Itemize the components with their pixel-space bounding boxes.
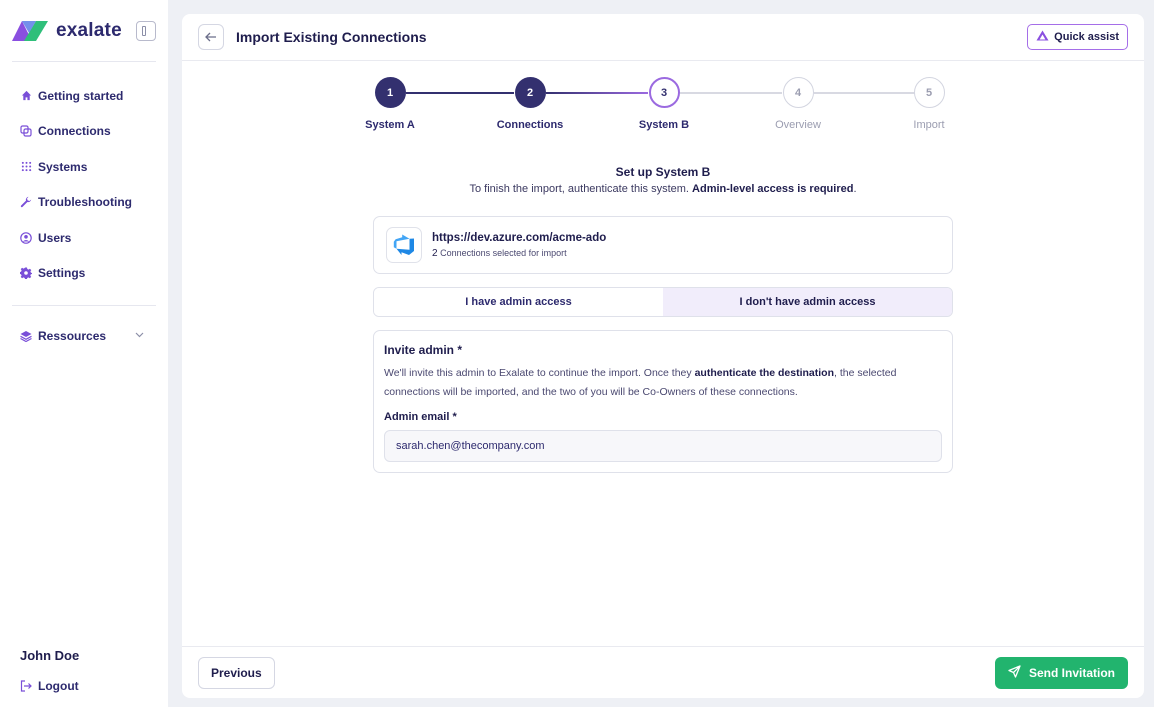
gear-icon [20, 267, 32, 280]
step-overview: 4 Overview [758, 77, 838, 131]
sidebar-item-getting-started[interactable]: Getting started [12, 78, 156, 114]
connections-count-label: Connections selected for import [440, 247, 567, 258]
step-system-b: 3 System B [624, 77, 704, 131]
sidebar-item-label: Users [38, 230, 72, 245]
setup-description: To finish the import, authenticate this … [182, 183, 1144, 195]
admin-email-label: Admin email * [384, 411, 457, 423]
system-connections-count: 2 Connections selected for import [432, 248, 606, 259]
exalate-logo-icon [12, 19, 48, 43]
sidebar-item-settings[interactable]: Settings [12, 256, 156, 292]
sidebar-item-systems[interactable]: Systems [12, 149, 156, 185]
logout-button[interactable]: Logout [20, 679, 79, 693]
sidebar-item-connections[interactable]: Connections [12, 114, 156, 150]
step-number: 5 [913, 77, 945, 108]
home-icon [20, 90, 32, 102]
step-connections: 2 Connections [490, 77, 570, 131]
sidebar-item-label: Getting started [38, 88, 124, 103]
admin-email-field[interactable] [384, 430, 942, 462]
step-label: System B [638, 119, 690, 131]
step-import: 5 Import [889, 77, 969, 131]
exalate-triangle-icon [1036, 30, 1049, 44]
sidebar-user-section: John Doe Logout [20, 648, 79, 693]
sidebar-item-label: Troubleshooting [38, 195, 132, 210]
step-label: Overview [775, 119, 821, 131]
quick-assist-label: Quick assist [1054, 31, 1119, 43]
step-number: 3 [648, 77, 680, 108]
step-label: Import [913, 119, 945, 131]
send-invitation-button[interactable]: Send Invitation [994, 656, 1128, 689]
sidebar-item-label: Connections [38, 124, 111, 139]
setup-desc-suffix: . [853, 183, 857, 195]
logout-label: Logout [38, 679, 79, 693]
invite-description: We'll invite this admin to Exalate to co… [384, 364, 942, 402]
page-header: Import Existing Connections Quick assist [182, 14, 1144, 61]
brand-header: exalate [12, 0, 156, 62]
collapse-sidebar-icon[interactable] [136, 20, 156, 41]
user-name: John Doe [20, 648, 80, 663]
step-number: 1 [374, 77, 406, 108]
brand[interactable]: exalate [12, 19, 122, 43]
step-label: System A [365, 119, 415, 131]
sidebar-nav: Getting started Connections Systems Trou… [12, 62, 156, 306]
connections-icon [20, 125, 32, 137]
grid-icon [20, 161, 32, 173]
sidebar-item-label: Settings [38, 266, 86, 281]
stepper: 1 System A 2 Connections 3 System B 4 Ov… [365, 77, 952, 147]
step-number: 2 [514, 77, 546, 108]
brand-name: exalate [56, 19, 122, 41]
logout-icon [20, 680, 32, 692]
send-icon [1008, 664, 1021, 681]
sidebar: exalate Getting started Connections Syst… [0, 0, 168, 707]
sidebar-secondary-nav: Ressources [12, 306, 156, 354]
step-system-a: 1 System A [350, 77, 430, 131]
connections-count: 2 [432, 247, 438, 259]
system-url: https://dev.azure.com/acme-ado [432, 231, 607, 244]
chevron-down-icon [135, 330, 144, 341]
back-button[interactable] [198, 24, 224, 50]
wizard-footer: Previous Send Invitation [182, 646, 1144, 698]
step-number: 4 [782, 77, 814, 108]
sidebar-item-troubleshooting[interactable]: Troubleshooting [12, 185, 156, 221]
send-invitation-label: Send Invitation [1028, 665, 1115, 680]
layers-icon [20, 330, 32, 342]
system-card: https://dev.azure.com/acme-ado 2 Connect… [373, 216, 953, 274]
option-no-admin-access[interactable]: I don't have admin access [663, 288, 952, 316]
step-label: Connections [496, 119, 564, 131]
setup-title: Set up System B [615, 165, 711, 179]
sidebar-item-resources[interactable]: Ressources [12, 318, 156, 354]
invite-desc-bold: authenticate the destination [694, 367, 834, 379]
setup-desc-bold: Admin-level access is required [692, 183, 854, 195]
invite-title: Invite admin * [384, 343, 463, 357]
previous-button[interactable]: Previous [198, 656, 275, 689]
quick-assist-button[interactable]: Quick assist [1027, 24, 1128, 50]
sidebar-item-users[interactable]: Users [12, 220, 156, 256]
setup-desc-text: To finish the import, authenticate this … [469, 183, 689, 195]
sidebar-item-label: Ressources [38, 328, 107, 343]
invite-desc-text: We'll invite this admin to Exalate to co… [384, 367, 692, 379]
wrench-icon [20, 196, 32, 208]
arrow-left-icon [205, 29, 217, 45]
option-have-admin-access[interactable]: I have admin access [374, 288, 663, 316]
invite-admin-card: Invite admin * We'll invite this admin t… [373, 330, 953, 473]
main-panel: Import Existing Connections Quick assist… [182, 14, 1144, 698]
user-circle-icon [20, 231, 32, 244]
admin-access-toggle: I have admin access I don't have admin a… [373, 287, 953, 317]
wizard-content: 1 System A 2 Connections 3 System B 4 Ov… [182, 61, 1144, 646]
azure-devops-icon [386, 227, 422, 263]
page-title: Import Existing Connections [236, 29, 427, 45]
sidebar-item-label: Systems [38, 159, 88, 174]
